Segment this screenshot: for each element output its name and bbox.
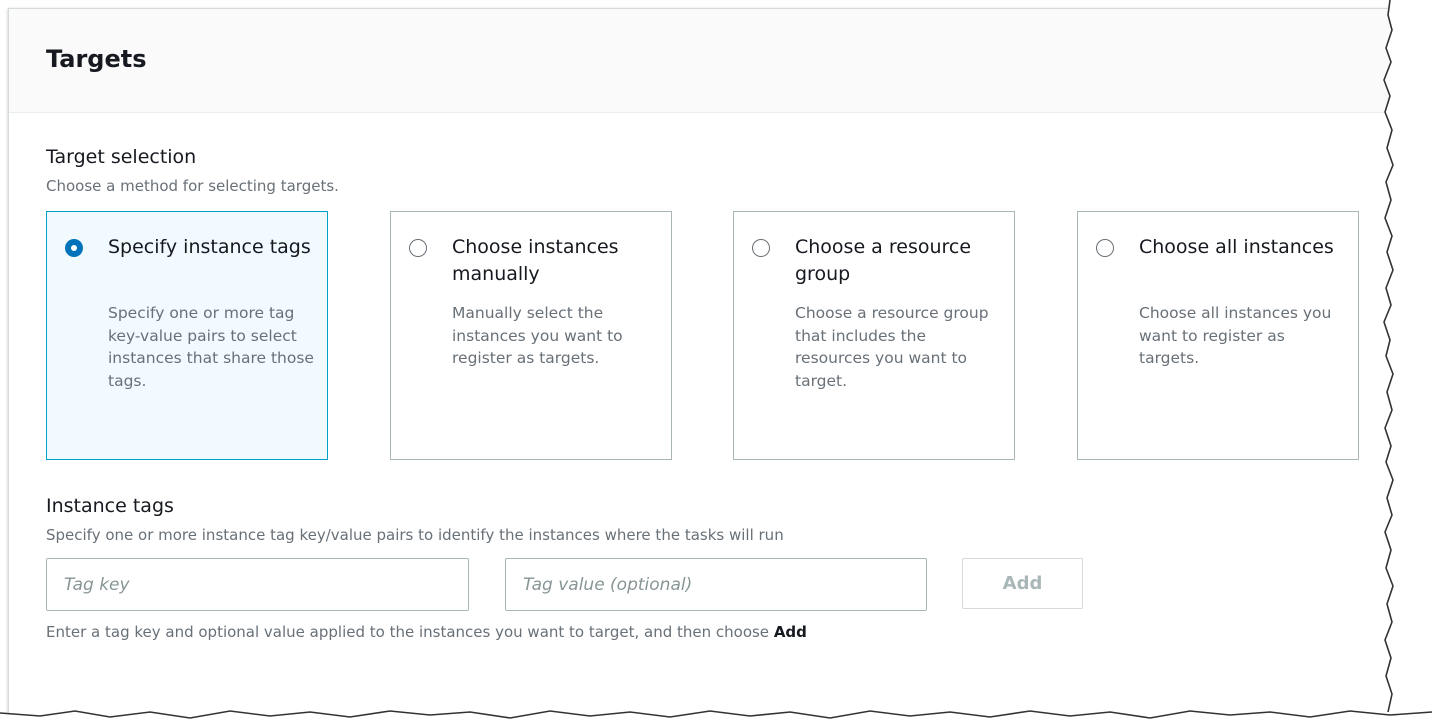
tile-specify-instance-tags[interactable]: Specify instance tags Specify one or mor… xyxy=(46,211,328,460)
instance-tags-description: Specify one or more instance tag key/val… xyxy=(46,526,784,544)
torn-edge-right xyxy=(1383,0,1432,725)
tile-choose-all-instances[interactable]: Choose all instances Choose all instance… xyxy=(1077,211,1359,460)
tile-choose-instances-manually[interactable]: Choose instances manually Manually selec… xyxy=(390,211,672,460)
radio-unchecked-icon[interactable] xyxy=(1096,239,1114,257)
target-selection-description: Choose a method for selecting targets. xyxy=(46,177,339,195)
tile-description: Manually select the instances you want t… xyxy=(452,304,623,367)
tile-description: Choose all instances you want to registe… xyxy=(1139,304,1332,367)
tag-key-input[interactable] xyxy=(46,558,469,611)
tile-description: Choose a resource group that includes th… xyxy=(795,304,989,390)
panel-header: Targets xyxy=(9,9,1409,113)
tag-value-input[interactable] xyxy=(505,558,927,611)
instance-tags-label: Instance tags xyxy=(46,495,174,517)
tile-title: Choose all instances xyxy=(1139,236,1334,258)
add-tag-button[interactable]: Add xyxy=(962,558,1083,609)
targets-panel: Targets Target selection Choose a method… xyxy=(8,8,1410,720)
tag-hint: Enter a tag key and optional value appli… xyxy=(46,623,807,641)
target-selection-label: Target selection xyxy=(46,146,197,168)
tile-title: Specify instance tags xyxy=(108,236,311,258)
radio-unchecked-icon[interactable] xyxy=(752,239,770,257)
radio-checked-icon[interactable] xyxy=(65,239,83,257)
tile-title: Choose instances manually xyxy=(452,236,619,285)
tile-description: Specify one or more tag key-value pairs … xyxy=(108,304,314,390)
torn-edge-bottom xyxy=(0,710,1432,725)
hint-emphasis: Add xyxy=(773,623,807,641)
radio-unchecked-icon[interactable] xyxy=(409,239,427,257)
tile-title: Choose a resource group xyxy=(795,236,972,285)
tile-choose-resource-group[interactable]: Choose a resource group Choose a resourc… xyxy=(733,211,1015,460)
hint-text: Enter a tag key and optional value appli… xyxy=(46,623,774,641)
panel-title: Targets xyxy=(46,45,147,73)
